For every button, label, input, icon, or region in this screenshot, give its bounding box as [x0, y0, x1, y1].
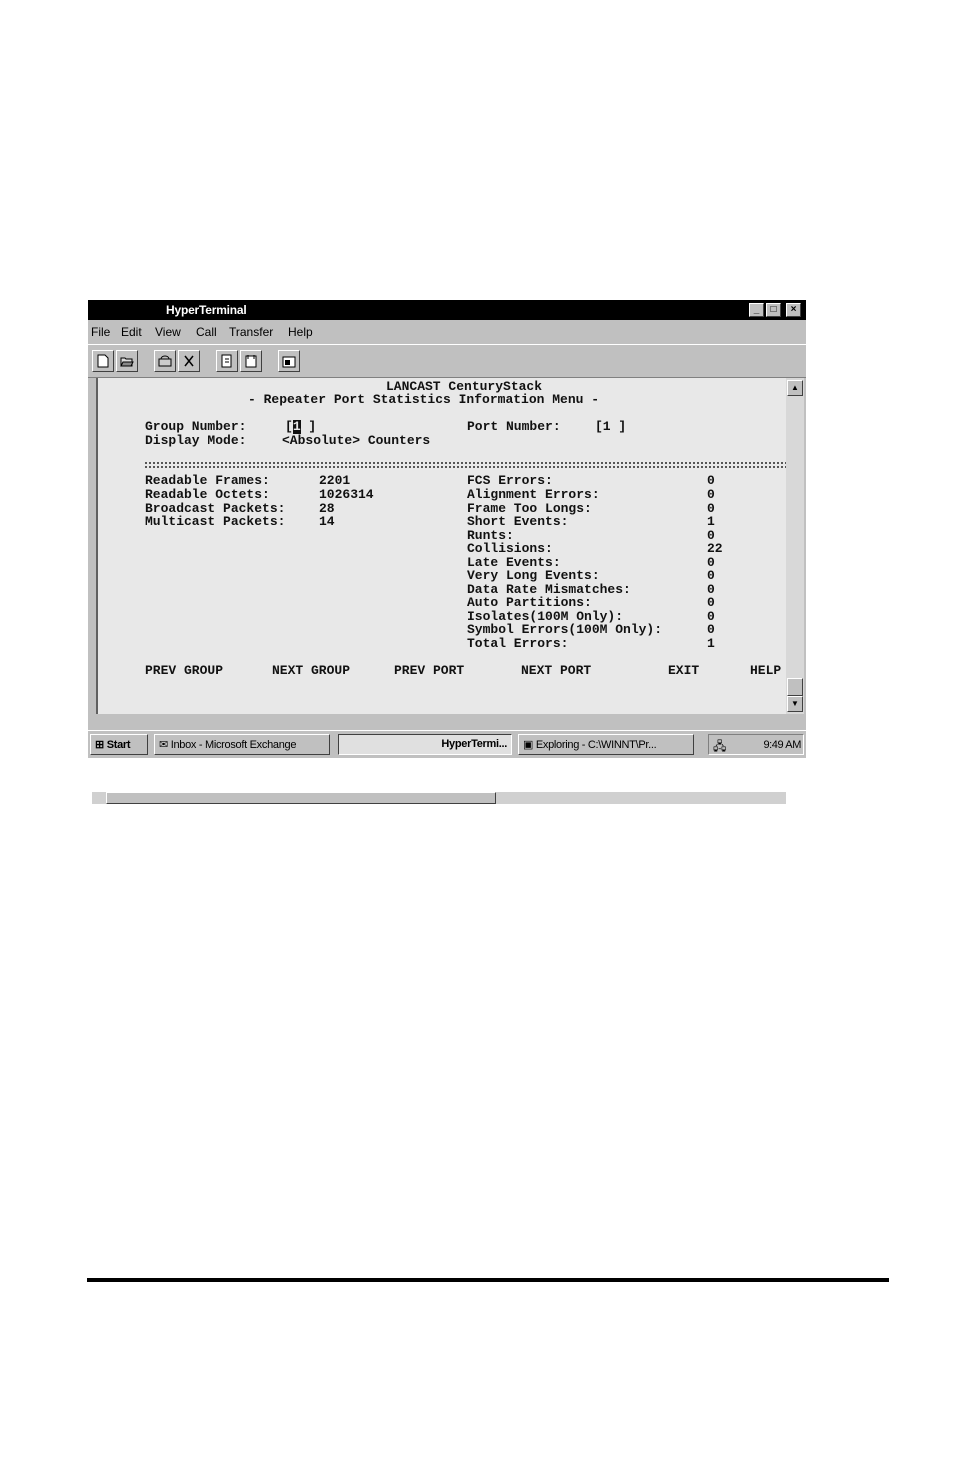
stat-value: 1 [707, 514, 715, 529]
stat-value: 0 [707, 487, 715, 502]
title-bar[interactable]: HyperTerminal _ □ × [88, 300, 806, 320]
disconnect-button[interactable] [178, 350, 200, 372]
connect-icon [158, 355, 172, 367]
stat-value: 0 [707, 595, 715, 610]
menu-call[interactable]: Call [196, 325, 217, 339]
display-mode-value[interactable]: <Absolute> Counters [282, 434, 430, 448]
network-icon[interactable]: 🖧 [713, 737, 726, 758]
stat-label: Symbol Errors(100M Only): [467, 622, 663, 637]
task-label: Exploring - C:\WINNT\Pr... [535, 739, 657, 751]
horizontal-scrollbar[interactable] [92, 792, 786, 804]
stat-value: 2201 [319, 473, 351, 488]
stat-label: Alignment Errors: [467, 487, 600, 502]
properties-icon [282, 356, 296, 368]
stat-label: Readable Frames: [145, 473, 270, 488]
start-label: Start [106, 739, 131, 751]
menu-bar: File Edit View Call Transfer Help [88, 321, 806, 343]
menu-view[interactable]: View [155, 325, 181, 339]
vertical-scroll-thumb[interactable] [787, 678, 803, 696]
maximize-button[interactable]: □ [766, 303, 781, 317]
menu-help[interactable]: Help [288, 325, 313, 339]
receive-button[interactable] [240, 350, 262, 372]
system-tray: 🖧 9:49 AM [708, 734, 804, 755]
stat-label: Readable Octets: [145, 487, 270, 502]
stat-value: 0 [707, 473, 715, 488]
task-label: Inbox - Microsoft Exchange [170, 739, 297, 751]
scroll-up-button[interactable]: ▲ [787, 380, 803, 396]
stat-value: 22 [707, 541, 723, 556]
cmd-next-port[interactable]: NEXT PORT [521, 664, 591, 678]
stat-value: 1 [707, 636, 715, 651]
stat-label: FCS Errors: [467, 473, 553, 488]
stat-label: Collisions: [467, 541, 553, 556]
port-number-field[interactable]: [1 ] [595, 420, 626, 434]
open-icon [120, 357, 134, 367]
task-exploring[interactable]: ▣ Exploring - C:\WINNT\Pr... [518, 734, 694, 755]
toolbar [88, 344, 806, 378]
cmd-next-group[interactable]: NEXT GROUP [272, 664, 350, 678]
windows-logo-icon: ⊞ [95, 739, 104, 751]
page-bottom-rule [87, 1278, 889, 1282]
display-mode-label: Display Mode: [145, 433, 247, 448]
task-label: HyperTermi... [441, 738, 507, 750]
taskbar: ⊞ Start ✉ Inbox - Microsoft Exchange Hyp… [88, 730, 806, 758]
connect-button[interactable] [154, 350, 176, 372]
port-number-label: Port Number: [467, 419, 561, 434]
task-inbox[interactable]: ✉ Inbox - Microsoft Exchange [154, 734, 330, 755]
window-title: HyperTerminal [166, 303, 247, 317]
separator-line [145, 462, 787, 468]
stat-value: 1026314 [319, 487, 374, 502]
disconnect-icon [184, 355, 194, 367]
stat-label: Short Events: [467, 514, 569, 529]
group-number-field[interactable]: [1 ] [285, 420, 316, 434]
clock[interactable]: 9:49 AM [763, 739, 801, 751]
group-number-label: Group Number: [145, 419, 247, 434]
inbox-icon: ✉ [159, 739, 168, 751]
explorer-icon: ▣ [523, 739, 534, 751]
stat-value: 14 [319, 514, 335, 529]
terminal-client-area: LANCAST CenturyStack - Repeater Port Sta… [90, 378, 804, 804]
cmd-prev-port[interactable]: PREV PORT [394, 664, 464, 678]
minimize-button[interactable]: _ [749, 303, 764, 317]
scroll-down-button[interactable]: ▼ [787, 696, 803, 712]
send-button[interactable] [216, 350, 238, 372]
new-icon [97, 354, 109, 368]
terminal-screen[interactable]: LANCAST CenturyStack - Repeater Port Sta… [96, 378, 787, 714]
close-button[interactable]: × [786, 303, 801, 317]
cmd-prev-group[interactable]: PREV GROUP [145, 664, 223, 678]
menu-edit[interactable]: Edit [121, 325, 142, 339]
menu-file[interactable]: File [91, 325, 110, 339]
horizontal-scroll-thumb[interactable] [106, 792, 496, 804]
task-hyperterminal[interactable]: HyperTermi... [338, 734, 512, 755]
stat-value: 0 [707, 568, 715, 583]
new-button[interactable] [92, 350, 114, 372]
properties-button[interactable] [278, 350, 300, 372]
group-number-value: 1 [292, 419, 301, 434]
send-icon [221, 354, 232, 368]
cmd-exit[interactable]: EXIT [668, 664, 699, 678]
open-button[interactable] [116, 350, 138, 372]
stat-value: 0 [707, 622, 715, 637]
start-button[interactable]: ⊞ Start [90, 734, 148, 755]
terminal-subheading: - Repeater Port Statistics Information M… [248, 392, 600, 407]
receive-icon [245, 355, 257, 368]
stat-label: Very Long Events: [467, 568, 600, 583]
cmd-help[interactable]: HELP [750, 664, 781, 678]
hyperterminal-window: HyperTerminal _ □ × File Edit View Call … [88, 300, 806, 804]
vertical-scrollbar[interactable]: ▲ ▼ [786, 378, 804, 714]
stat-label: Auto Partitions: [467, 595, 592, 610]
menu-transfer[interactable]: Transfer [229, 325, 273, 339]
stat-label: Multicast Packets: [145, 514, 286, 529]
stat-label: Total Errors: [467, 636, 569, 651]
